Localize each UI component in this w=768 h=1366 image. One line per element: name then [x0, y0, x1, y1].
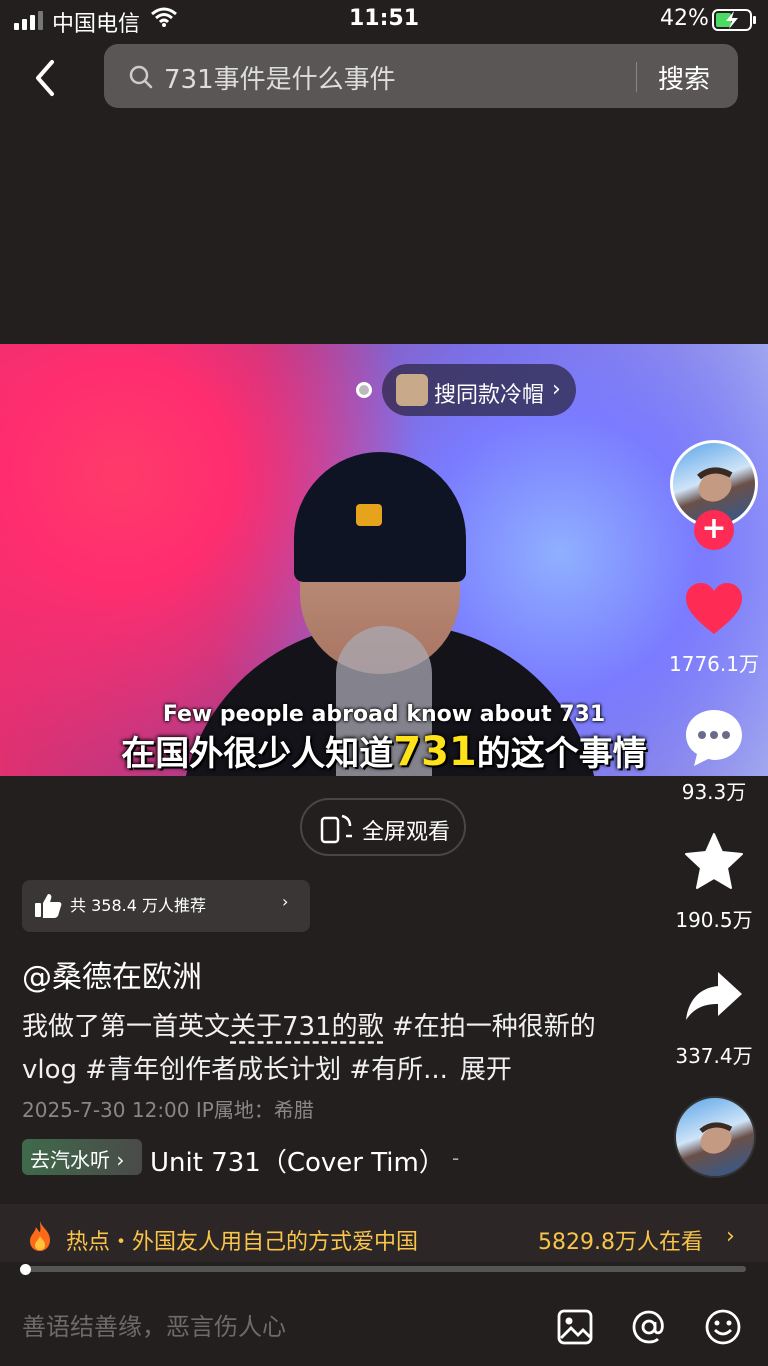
- rotate-phone-icon: [320, 814, 352, 844]
- emoji-icon[interactable]: [704, 1308, 742, 1346]
- follow-button[interactable]: +: [694, 510, 734, 550]
- fullscreen-label: 全屏观看: [362, 820, 451, 845]
- search-icon: [129, 65, 153, 89]
- subtitle-chinese: 在国外很少人知道731的这个事情: [0, 726, 768, 775]
- back-arrow-icon[interactable]: [28, 58, 62, 98]
- battery-percent: 42%: [660, 6, 709, 31]
- star-icon[interactable]: [682, 830, 746, 894]
- search-divider: [636, 62, 637, 92]
- chevron-right-icon: ›: [552, 377, 561, 402]
- chevron-right-icon: ›: [282, 892, 289, 911]
- video-progress-bar[interactable]: [24, 1266, 746, 1272]
- share-icon[interactable]: [682, 966, 746, 1030]
- music-title[interactable]: Unit 731（Cover Tim）: [150, 1142, 445, 1179]
- desc-link[interactable]: 关于731的歌: [230, 1012, 384, 1042]
- status-bar: 中国电信 11:51 42%: [0, 0, 768, 40]
- comment-icon[interactable]: [682, 706, 746, 770]
- comment-count: 93.3万: [681, 780, 747, 804]
- clock: 11:51: [348, 6, 420, 31]
- product-thumbnail: [396, 374, 428, 406]
- chevron-right-icon: ›: [726, 1224, 735, 1249]
- search-input[interactable]: 731事件是什么事件: [164, 59, 396, 96]
- progress-handle[interactable]: [20, 1264, 31, 1275]
- music-app-tag-label: 去汽水听 ›: [30, 1148, 125, 1172]
- battery-charging-icon: [712, 9, 756, 31]
- product-pill-label: 搜同款冷帽: [434, 383, 545, 408]
- thumbs-up-icon: [35, 894, 62, 918]
- music-disc[interactable]: [674, 1096, 756, 1178]
- subtitle-cn-highlight: 731: [393, 729, 477, 775]
- favorite-count: 190.5万: [675, 908, 753, 932]
- desc-prefix: 我做了第一首英文: [22, 1012, 231, 1042]
- subtitle-cn-part2: 的这个事情: [476, 734, 647, 774]
- author-name[interactable]: @桑德在欧洲: [22, 952, 202, 996]
- expand-button[interactable]: 展开: [460, 1055, 512, 1085]
- comment-input[interactable]: 善语结善缘，恶言伤人心: [0, 1292, 540, 1362]
- at-mention-icon[interactable]: [630, 1308, 668, 1346]
- music-disc-face-icon: [699, 1122, 733, 1154]
- product-pill-dot: [356, 382, 372, 398]
- share-count: 337.4万: [675, 1044, 753, 1068]
- subtitle-english: Few people abroad know about 731: [162, 702, 606, 727]
- post-meta: 2025-7-30 12:00 IP属地：希腊: [22, 1098, 314, 1122]
- recommend-count: 共 358.4 万人推荐: [70, 896, 206, 915]
- like-count: 1776.1万: [669, 652, 759, 676]
- music-separator: -: [452, 1146, 460, 1170]
- post-description: 我做了第一首英文关于731的歌 #在拍一种很新的 vlog #青年创作者成长计划…: [22, 1006, 622, 1092]
- heart-icon[interactable]: [682, 578, 746, 642]
- subtitle-cn-part1: 在国外很少人知道: [121, 734, 394, 774]
- hot-topic-label: 热点・外国友人用自己的方式爱中国: [66, 1230, 419, 1255]
- search-button[interactable]: 搜索: [658, 59, 710, 96]
- beanie-logo: [356, 504, 382, 526]
- hot-viewer-count: 5829.8万人在看: [538, 1230, 703, 1255]
- fire-icon: [30, 1221, 50, 1251]
- image-icon[interactable]: [556, 1308, 594, 1346]
